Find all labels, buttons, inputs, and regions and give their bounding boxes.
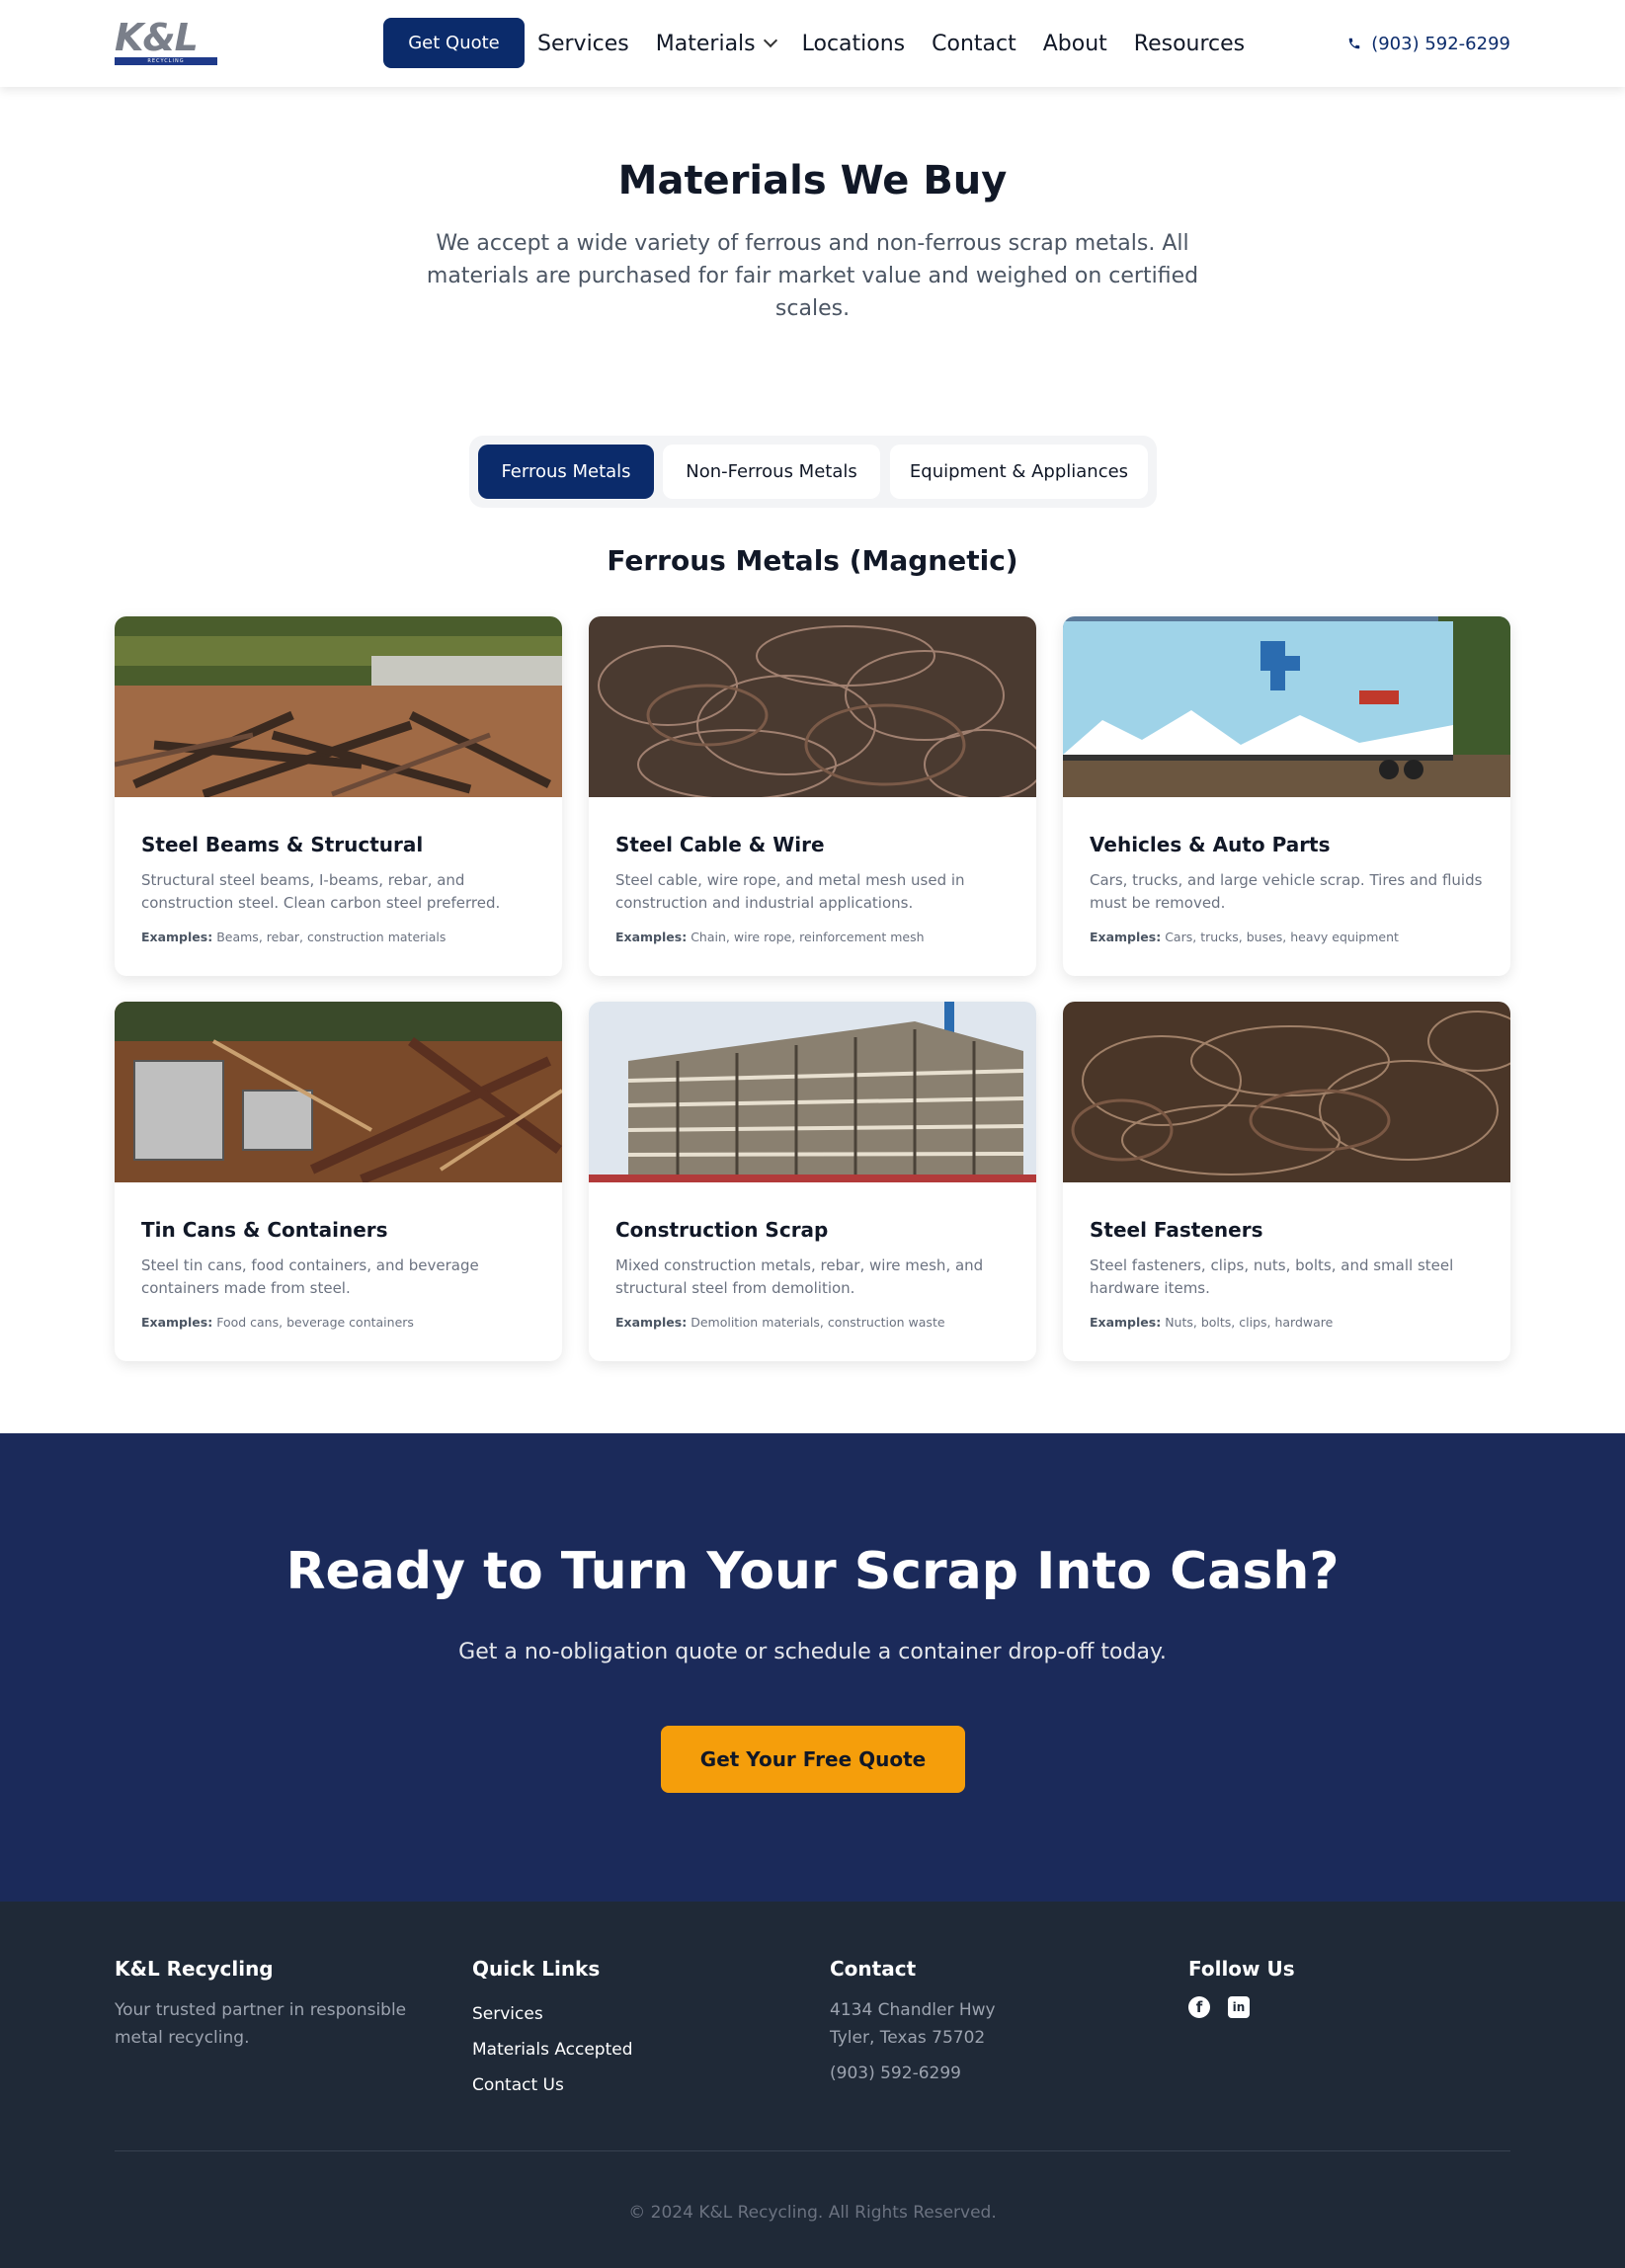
logo-subtext: RECYCLING <box>147 58 185 64</box>
cta-title: Ready to Turn Your Scrap Into Cash? <box>285 1542 1340 1601</box>
examples-label: Examples: <box>615 1315 688 1330</box>
card-description: Structural steel beams, I-beams, rebar, … <box>141 871 501 912</box>
examples-label: Examples: <box>615 930 688 944</box>
card-title: Steel Cable & Wire <box>615 833 825 856</box>
card-examples: Examples: Chain, wire rope, reinforcemen… <box>615 930 1011 944</box>
site-header: K&L RECYCLING Get Quote Services Materia… <box>0 0 1625 87</box>
examples-text: Food cans, beverage containers <box>216 1315 414 1330</box>
footer-brand: K&L Recycling Your trusted partner in re… <box>115 1957 450 2052</box>
header-phone-number: (903) 592-6299 <box>1371 33 1510 54</box>
footer-link-contact[interactable]: Contact Us <box>472 2067 788 2103</box>
material-card[interactable]: Tin Cans & Containers Steel tin cans, fo… <box>115 1002 562 1361</box>
examples-text: Chain, wire rope, reinforcement mesh <box>691 930 925 944</box>
examples-label: Examples: <box>141 930 213 944</box>
tin-cans-image <box>115 1002 562 1182</box>
tab-ferrous-metals[interactable]: Ferrous Metals <box>478 445 654 499</box>
card-examples: Examples: Beams, rebar, construction mat… <box>141 930 536 944</box>
chevron-down-icon <box>763 33 777 48</box>
page-subtitle: We accept a wide variety of ferrous and … <box>426 231 1199 321</box>
footer-contact: Contact 4134 Chandler Hwy Tyler, Texas 7… <box>830 1957 1146 2087</box>
footer-follow-title: Follow Us <box>1188 1957 1295 1981</box>
steel-cable-image <box>589 616 1036 797</box>
nav-materials-label: Materials <box>655 31 756 56</box>
footer-brand-text: Your trusted partner in responsible meta… <box>115 2000 407 2048</box>
footer-link-services[interactable]: Services <box>472 1996 788 2032</box>
section-title: Ferrous Metals (Magnetic) <box>607 544 1018 577</box>
card-title: Steel Beams & Structural <box>141 833 424 856</box>
footer-follow: Follow Us f in <box>1188 1957 1504 2018</box>
social-icons: f in <box>1188 1996 1504 2018</box>
nav-resources-label: Resources <box>1133 31 1246 56</box>
nav-contact[interactable]: Contact <box>932 32 1016 56</box>
examples-text: Nuts, bolts, clips, hardware <box>1165 1315 1334 1330</box>
examples-text: Demolition materials, construction waste <box>691 1315 945 1330</box>
steel-fasteners-image <box>1063 1002 1510 1182</box>
footer-address-line1: 4134 Chandler Hwy <box>830 2000 996 2020</box>
facebook-icon[interactable]: f <box>1188 1996 1210 2018</box>
main-nav: Services Materials Locations Contact Abo… <box>537 0 1245 87</box>
material-card[interactable]: Steel Fasteners Steel fasteners, clips, … <box>1063 1002 1510 1361</box>
tab-equipment-appliances[interactable]: Equipment & Appliances <box>890 445 1148 499</box>
examples-label: Examples: <box>141 1315 213 1330</box>
tab-non-ferrous-metals[interactable]: Non-Ferrous Metals <box>663 445 880 499</box>
card-description: Cars, trucks, and large vehicle scrap. T… <box>1090 871 1483 912</box>
site-footer: K&L Recycling Your trusted partner in re… <box>0 1902 1625 2268</box>
construction-building-image <box>589 1002 1036 1182</box>
card-examples: Examples: Nuts, bolts, clips, hardware <box>1090 1315 1485 1330</box>
card-examples: Examples: Food cans, beverage containers <box>141 1315 536 1330</box>
footer-divider <box>115 2150 1510 2151</box>
card-description: Steel fasteners, clips, nuts, bolts, and… <box>1090 1256 1454 1297</box>
footer-quick-links-title: Quick Links <box>472 1957 601 1981</box>
footer-address-line2: Tyler, Texas 75702 <box>830 2028 986 2048</box>
free-quote-button[interactable]: Get Your Free Quote <box>661 1726 965 1793</box>
logo-text: K&L <box>115 16 199 59</box>
material-card[interactable]: Construction Scrap Mixed construction me… <box>589 1002 1036 1361</box>
footer-contact-title: Contact <box>830 1957 917 1981</box>
nav-locations-label: Locations <box>801 31 906 56</box>
material-card[interactable]: Vehicles & Auto Parts Cars, trucks, and … <box>1063 616 1510 976</box>
material-tabs: Ferrous Metals Non-Ferrous Metals Equipm… <box>469 436 1157 508</box>
page-title: Materials We Buy <box>617 158 1008 203</box>
footer-link-materials[interactable]: Materials Accepted <box>472 2032 788 2067</box>
steel-beams-image <box>115 616 562 797</box>
nav-services-label: Services <box>537 31 629 56</box>
footer-quick-links: Quick Links Services Materials Accepted … <box>472 1957 788 2103</box>
nav-locations[interactable]: Locations <box>802 32 906 56</box>
material-card[interactable]: Steel Cable & Wire Steel cable, wire rop… <box>589 616 1036 976</box>
card-description: Steel cable, wire rope, and metal mesh u… <box>615 871 965 912</box>
footer-brand-title: K&L Recycling <box>115 1957 274 1981</box>
company-logo[interactable]: K&L RECYCLING <box>115 16 217 67</box>
get-quote-button[interactable]: Get Quote <box>383 18 525 68</box>
nav-materials[interactable]: Materials <box>655 31 777 56</box>
phone-icon <box>1348 38 1360 49</box>
nav-about-label: About <box>1042 31 1107 56</box>
card-examples: Examples: Cars, trucks, buses, heavy equ… <box>1090 930 1485 944</box>
cta-subtitle: Get a no-obligation quote or schedule a … <box>458 1640 1167 1664</box>
examples-text: Cars, trucks, buses, heavy equipment <box>1165 930 1399 944</box>
nav-services[interactable]: Services <box>537 32 629 56</box>
examples-label: Examples: <box>1090 930 1162 944</box>
card-title: Construction Scrap <box>615 1218 829 1242</box>
vehicles-trailer-image <box>1063 616 1510 797</box>
cta-section: Ready to Turn Your Scrap Into Cash? Get … <box>0 1433 1625 1902</box>
footer-copyright: © 2024 K&L Recycling. All Rights Reserve… <box>628 2203 997 2223</box>
nav-contact-label: Contact <box>932 31 1016 56</box>
card-description: Mixed construction metals, rebar, wire m… <box>615 1256 984 1297</box>
card-title: Vehicles & Auto Parts <box>1090 833 1331 856</box>
footer-phone[interactable]: (903) 592-6299 <box>830 2060 1146 2087</box>
examples-text: Beams, rebar, construction materials <box>216 930 447 944</box>
examples-label: Examples: <box>1090 1315 1162 1330</box>
card-examples: Examples: Demolition materials, construc… <box>615 1315 1011 1330</box>
card-description: Steel tin cans, food containers, and bev… <box>141 1256 479 1297</box>
nav-about[interactable]: About <box>1043 32 1107 56</box>
card-title: Tin Cans & Containers <box>141 1218 388 1242</box>
nav-resources[interactable]: Resources <box>1134 32 1245 56</box>
material-card[interactable]: Steel Beams & Structural Structural stee… <box>115 616 562 976</box>
card-title: Steel Fasteners <box>1090 1218 1263 1242</box>
header-phone-link[interactable]: (903) 592-6299 <box>1347 0 1510 87</box>
linkedin-icon[interactable]: in <box>1228 1996 1250 2018</box>
